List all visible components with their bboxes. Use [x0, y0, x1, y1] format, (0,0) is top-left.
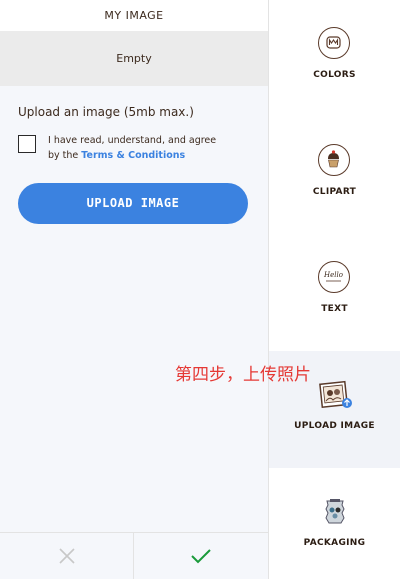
- terms-text: I have read, understand, and agree by th…: [48, 135, 217, 161]
- terms-agreement: I have read, understand, and agree by th…: [18, 133, 258, 167]
- upload-hint: Upload an image (5mb max.): [18, 105, 194, 119]
- panel-title: MY IMAGE: [0, 0, 268, 31]
- menu-item-clipart[interactable]: CLIPART: [269, 117, 400, 235]
- cancel-button[interactable]: [0, 533, 134, 579]
- hello-text-icon: Hello: [317, 261, 352, 295]
- m-candy-icon: [317, 27, 352, 61]
- menu-label: CLIPART: [312, 187, 357, 197]
- upload-image-button[interactable]: UPLOAD IMAGE: [18, 183, 248, 224]
- menu-label: PACKAGING: [303, 538, 366, 548]
- menu-item-packaging[interactable]: PACKAGING: [269, 468, 400, 579]
- menu-item-colors[interactable]: COLORS: [269, 0, 400, 118]
- packaging-icon: [318, 495, 352, 529]
- photo-upload-icon: [318, 378, 352, 412]
- image-preview-empty: Empty: [0, 31, 268, 86]
- menu-label: UPLOAD IMAGE: [294, 421, 375, 431]
- terms-checkbox[interactable]: [18, 135, 36, 153]
- close-icon: [58, 548, 75, 564]
- confirm-button[interactable]: [134, 533, 267, 579]
- terms-link[interactable]: Terms & Conditions: [81, 150, 185, 161]
- menu-label: TEXT: [321, 304, 348, 314]
- customize-menu: COLORS CLIPART Hello TEXT UPLOAD IMAGE P…: [269, 0, 400, 579]
- step-annotation: 第四步，上传照片: [175, 365, 311, 385]
- menu-label: COLORS: [313, 70, 356, 80]
- cupcake-icon: [317, 144, 352, 178]
- panel-footer: [0, 532, 268, 579]
- menu-item-text[interactable]: Hello TEXT: [269, 234, 400, 352]
- image-panel: MY IMAGE Empty Upload an image (5mb max.…: [0, 0, 269, 579]
- checkmark-icon: [190, 549, 211, 564]
